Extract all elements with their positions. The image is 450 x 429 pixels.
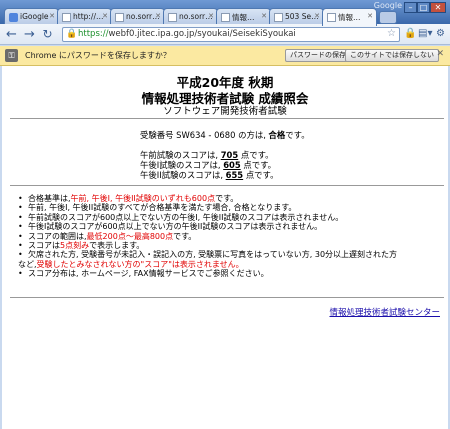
divider — [10, 297, 444, 298]
tab-title: 情報… — [232, 13, 255, 22]
page-icon — [274, 13, 283, 22]
result-status: 合格 — [268, 130, 286, 140]
back-arrow-icon[interactable]: ← — [4, 27, 19, 42]
page-icon — [327, 13, 336, 22]
browser-toolbar: ← → ↻ 🔒 https://webf0.jitec.ipa.go.jp/sy… — [0, 24, 450, 45]
lock-status-icon[interactable]: 🔒 — [404, 28, 416, 39]
star-icon[interactable]: ☆ — [387, 28, 396, 39]
notes-list: 合格基準は,午前, 午後I, 午後II試験のいずれも600点です。 午前, 午後… — [18, 194, 444, 279]
score-value: 655 — [225, 170, 244, 180]
exam-center-link[interactable]: 情報処理技術者試験センター — [329, 306, 440, 318]
title-bar: Google – □ ✕ iGoogle ✕ http://… ✕ no.sor… — [0, 0, 450, 26]
tab-http[interactable]: http://… ✕ — [57, 8, 112, 25]
close-tab-icon[interactable]: ✕ — [261, 12, 267, 20]
tab-no-sorry-2[interactable]: no.sorr… ✕ — [163, 8, 218, 25]
page-icon — [168, 13, 177, 22]
score-label: 午後II試験のスコアは, — [140, 170, 223, 180]
note-item: スコア分布は, ホームページ, FAX情報サービスでご参照ください。 — [18, 269, 444, 279]
forward-arrow-icon[interactable]: → — [22, 27, 37, 42]
google-icon — [9, 13, 18, 22]
new-tab-button[interactable] — [379, 11, 397, 24]
reload-icon[interactable]: ↻ — [40, 27, 55, 42]
note-item: 午後I試験のスコアが600点以上でない方の午後II試験のスコアは表示されません。 — [18, 222, 444, 232]
page-menu-icon[interactable]: ▤▾ — [418, 28, 432, 39]
note-item: 欠席された方, 受験番号が未記入・誤記入の方, 受験票に写真をはっていない方, … — [18, 250, 444, 260]
close-window-button[interactable]: ✕ — [430, 2, 446, 13]
tab-title: iGoogle — [20, 12, 49, 21]
window-controls: – □ ✕ — [404, 2, 446, 13]
result-line: 受験番号 SW634 - 0680 の方は, 合格です。 — [140, 129, 310, 141]
page-icon — [115, 13, 124, 22]
close-tab-icon[interactable]: ✕ — [155, 12, 161, 20]
close-tab-icon[interactable]: ✕ — [367, 12, 373, 20]
result-prefix: 受験番号 SW634 - 0680 の方は, — [140, 130, 266, 140]
tab-title: http://… — [73, 12, 104, 21]
score-afternoon-2: 午後II試験のスコアは, 655 点です。 — [140, 169, 278, 181]
wrench-icon[interactable]: ⚙ — [436, 28, 445, 39]
address-bar[interactable]: 🔒 https://webf0.jitec.ipa.go.jp/syoukai/… — [62, 27, 400, 42]
maximize-button[interactable]: □ — [417, 2, 430, 13]
note-item: 午前, 午後I, 午後II試験のすべてが合格基準を満たす場合, 合格となります。 — [18, 203, 444, 213]
tab-igoogle[interactable]: iGoogle ✕ — [4, 8, 59, 25]
minimize-button[interactable]: – — [404, 2, 417, 13]
tab-joho-1[interactable]: 情報… ✕ — [216, 8, 271, 25]
result-suffix: です。 — [285, 130, 310, 140]
tab-joho-active[interactable]: 情報… ✕ — [322, 8, 377, 26]
close-tab-icon[interactable]: ✕ — [208, 12, 214, 20]
note-item: スコアの範囲は,最低200点～最高800点です。 — [18, 232, 444, 242]
note-item: 午前試験のスコアが600点以上でない方の午後I, 午後II試験のスコアは表示され… — [18, 213, 444, 223]
tab-no-sorry-1[interactable]: no.sorr… ✕ — [110, 8, 165, 25]
page-icon — [62, 13, 71, 22]
password-infobar: ⚿ Chrome にパスワードを保存しますか？ パスワードの保存 このサイトでは… — [0, 46, 450, 66]
never-save-button[interactable]: このサイトでは保存しない — [345, 49, 439, 62]
close-infobar-icon[interactable]: ✕ — [436, 49, 444, 59]
close-tab-icon[interactable]: ✕ — [49, 12, 55, 20]
lock-icon: 🔒 — [66, 29, 78, 39]
url-text: https://webf0.jitec.ipa.go.jp/syoukai/Se… — [78, 29, 296, 39]
close-tab-icon[interactable]: ✕ — [314, 12, 320, 20]
url-host-path: webf0.jitec.ipa.go.jp/syoukai/SeisekiSyo… — [108, 29, 296, 39]
note-continuation: など,受験したとみなされない方の"スコア"は表示されません。 — [18, 259, 244, 269]
tab-strip: iGoogle ✕ http://… ✕ no.sorr… ✕ no.sorr…… — [4, 8, 397, 26]
score-unit: 点です。 — [245, 170, 279, 180]
divider — [10, 185, 444, 186]
infobar-message: Chrome にパスワードを保存しますか？ — [25, 51, 171, 60]
page-icon — [221, 13, 230, 22]
page-content: 平成20年度 秋期 情報処理技術者試験 成績照会 ソフトウェア開発技術者試験 受… — [0, 66, 450, 429]
divider — [10, 118, 444, 119]
tab-503[interactable]: 503 Se… ✕ — [269, 8, 324, 25]
page-subtitle: ソフトウェア開発技術者試験 — [163, 106, 287, 117]
note-item: 合格基準は,午前, 午後I, 午後II試験のいずれも600点です。 — [18, 194, 444, 204]
close-tab-icon[interactable]: ✕ — [102, 12, 108, 20]
key-icon: ⚿ — [5, 49, 18, 62]
save-password-button[interactable]: パスワードの保存 — [285, 49, 351, 62]
url-scheme: https:// — [78, 29, 109, 39]
tab-title: 情報… — [338, 13, 361, 22]
